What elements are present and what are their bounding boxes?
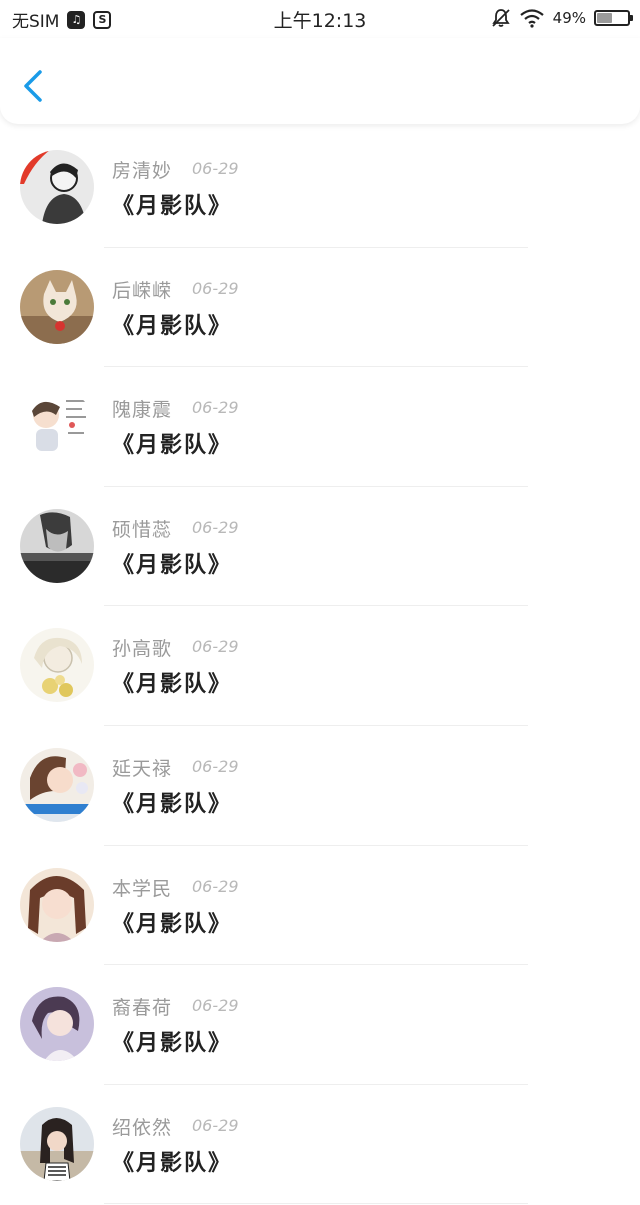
item-title: 《月影队》 (112, 1150, 233, 1176)
item-date: 06-29 (192, 159, 239, 178)
list-item[interactable]: 隗康震 06-29 《月影队》 (0, 367, 640, 487)
item-date: 06-29 (192, 876, 239, 896)
list-item[interactable]: 裔春荷 06-29 《月影队》 (0, 965, 640, 1085)
item-title: 《月影队》 (112, 1031, 233, 1057)
item-date: 06-29 (192, 278, 239, 298)
item-date: 06-29 (192, 637, 239, 657)
avatar[interactable] (20, 389, 94, 464)
avatar[interactable] (20, 508, 94, 583)
item-title: 《月影队》 (112, 433, 233, 459)
battery-icon (594, 10, 633, 26)
avatar[interactable] (20, 150, 94, 224)
status-right: 49% (491, 8, 633, 28)
member-name: 延天禄 (112, 757, 173, 780)
item-date: 06-29 (192, 517, 239, 537)
list-item[interactable]: 延天禄 06-29 《月影队》 (0, 726, 640, 846)
list-item[interactable]: 后嵘嵘 06-29 《月影队》 (0, 248, 640, 368)
member-name: 后嵘嵘 (112, 279, 173, 302)
divider (104, 1203, 528, 1205)
item-date: 06-29 (192, 1115, 239, 1135)
wifi-icon (519, 9, 544, 28)
member-name: 本学民 (112, 877, 173, 900)
chevron-left-icon (24, 70, 42, 102)
member-name: 隗康震 (112, 399, 173, 422)
item-title: 《月影队》 (112, 911, 233, 937)
member-name: 孙高歌 (112, 638, 173, 661)
member-name: 房清妙 (112, 160, 173, 182)
avatar[interactable] (20, 628, 94, 703)
list-item[interactable]: 孙高歌 06-29 《月影队》 (0, 606, 640, 726)
battery-level (597, 13, 612, 23)
member-name: 绍依然 (112, 1116, 173, 1139)
item-date: 06-29 (192, 398, 239, 418)
avatar[interactable] (20, 1106, 94, 1181)
list-item[interactable]: 绍依然 06-29 《月影队》 (0, 1085, 640, 1205)
list-item[interactable]: 房清妙 06-29 《月影队》 (0, 128, 640, 248)
avatar[interactable] (20, 987, 94, 1062)
nav-header (0, 38, 640, 124)
avatar[interactable] (20, 269, 94, 344)
item-title: 《月影队》 (112, 552, 233, 578)
back-button[interactable] (18, 68, 50, 104)
item-title: 《月影队》 (112, 672, 233, 698)
member-name: 硕惜蕊 (112, 518, 173, 541)
list-item[interactable]: 硕惜蕊 06-29 《月影队》 (0, 487, 640, 607)
item-date: 06-29 (192, 996, 239, 1016)
item-title: 《月影队》 (112, 194, 233, 219)
status-bar: 无SIM ♫ S 上午12:13 49% (0, 0, 640, 38)
item-title: 《月影队》 (112, 791, 233, 817)
avatar[interactable] (20, 867, 94, 942)
member-name: 裔春荷 (112, 997, 173, 1020)
list-item[interactable]: 本学民 06-29 《月影队》 (0, 846, 640, 966)
member-list: 房清妙 06-29 《月影队》 后嵘嵘 06-29 《月影队》 隗康震 06-2… (0, 128, 640, 1205)
avatar[interactable] (20, 747, 94, 822)
item-title: 《月影队》 (112, 313, 233, 339)
mute-bell-icon (491, 9, 510, 27)
battery-percent: 49% (552, 9, 586, 27)
item-date: 06-29 (192, 756, 239, 776)
